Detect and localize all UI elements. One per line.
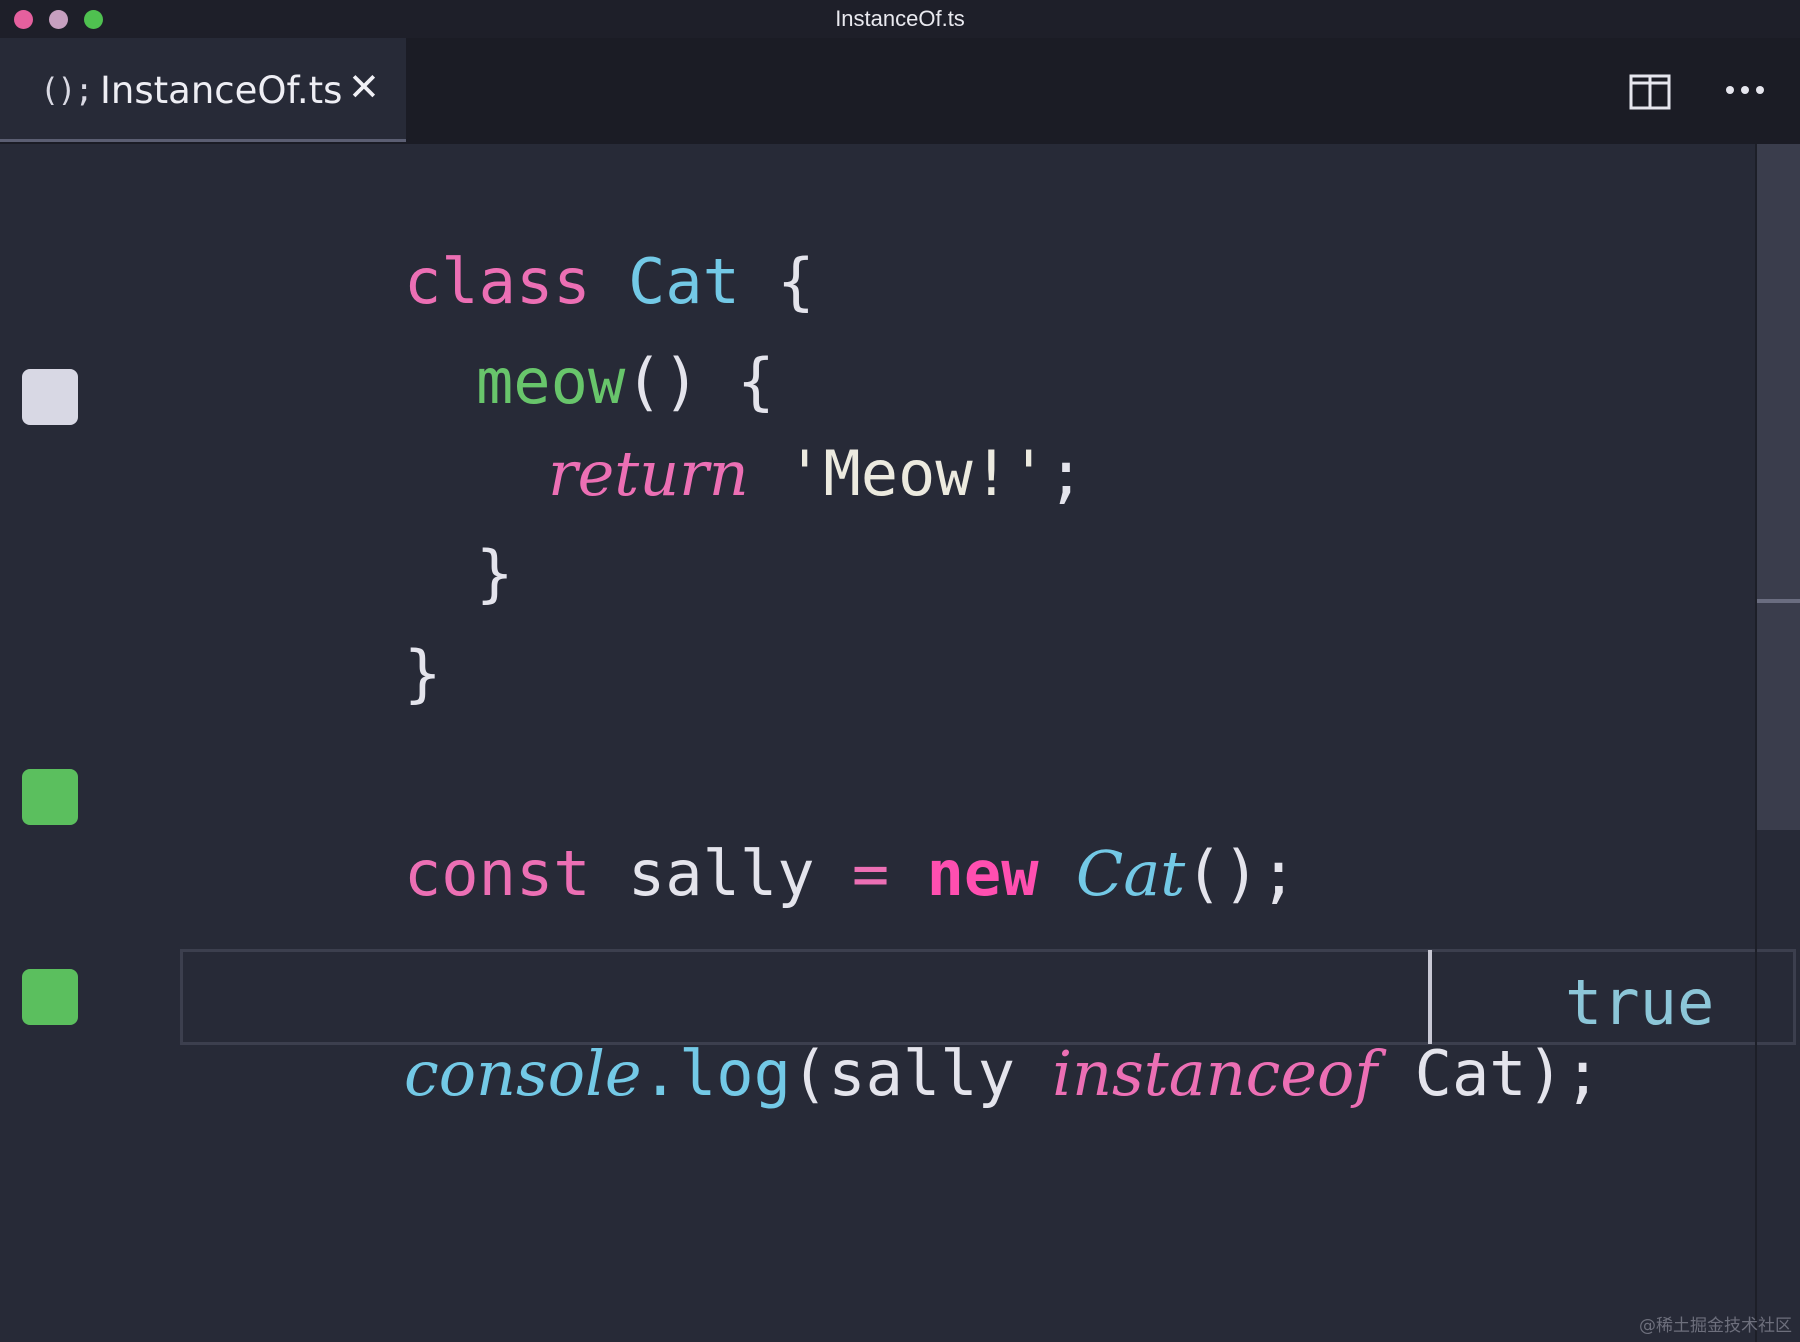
close-tab-icon[interactable]: ✕ [348, 65, 380, 109]
split-editor-icon[interactable] [1629, 74, 1671, 110]
window-title: InstanceOf.ts [835, 6, 965, 31]
code-line-5[interactable]: } [180, 560, 441, 788]
editor-window: InstanceOf.ts (); InstanceOf.ts ✕ class … [0, 0, 1800, 1342]
scrollbar-position-marker [1757, 599, 1800, 603]
text-cursor [1428, 950, 1432, 1044]
token-punctuation: ; [1047, 437, 1085, 510]
token-punctuation: (); [1185, 837, 1298, 910]
watermark-text: @稀土掘金技术社区 [1639, 1316, 1792, 1336]
vertical-scrollbar-thumb[interactable] [1757, 144, 1800, 830]
tab-instanceof[interactable]: (); InstanceOf.ts ✕ [0, 38, 406, 142]
token-identifier: sally [590, 837, 852, 910]
executed-indicator [22, 769, 78, 825]
token-punctuation: Cat); [1377, 1037, 1602, 1110]
token-keyword: const [403, 837, 591, 910]
token-keyword: new [926, 837, 1039, 910]
token-string: 'Meow!' [786, 437, 1048, 510]
executed-indicator [22, 969, 78, 1025]
title-bar: InstanceOf.ts [0, 0, 1800, 38]
pending-indicator [22, 369, 78, 425]
token-identifier: (sally [790, 1037, 1053, 1110]
token-operator: = [851, 837, 890, 910]
inline-result-value: true [1565, 966, 1715, 1039]
typescript-file-icon: (); [40, 71, 94, 109]
token-keyword: return [547, 437, 749, 510]
token-class-name: Cat [1075, 837, 1186, 910]
token-punctuation: } [403, 637, 442, 710]
token-method: .log [641, 1037, 791, 1110]
more-actions-icon[interactable] [1724, 80, 1766, 100]
tab-label: InstanceOf.ts [100, 69, 343, 112]
code-editor[interactable]: class Cat { meow() { return 'Meow!'; } }… [0, 144, 1800, 1342]
tab-bar: (); InstanceOf.ts ✕ [0, 38, 1800, 144]
token-keyword: instanceof [1052, 1037, 1378, 1110]
code-line-9[interactable]: console.log(sally instanceof Cat); [180, 960, 1601, 1188]
token-object: console [403, 1037, 642, 1110]
token-punctuation: } [475, 537, 514, 610]
